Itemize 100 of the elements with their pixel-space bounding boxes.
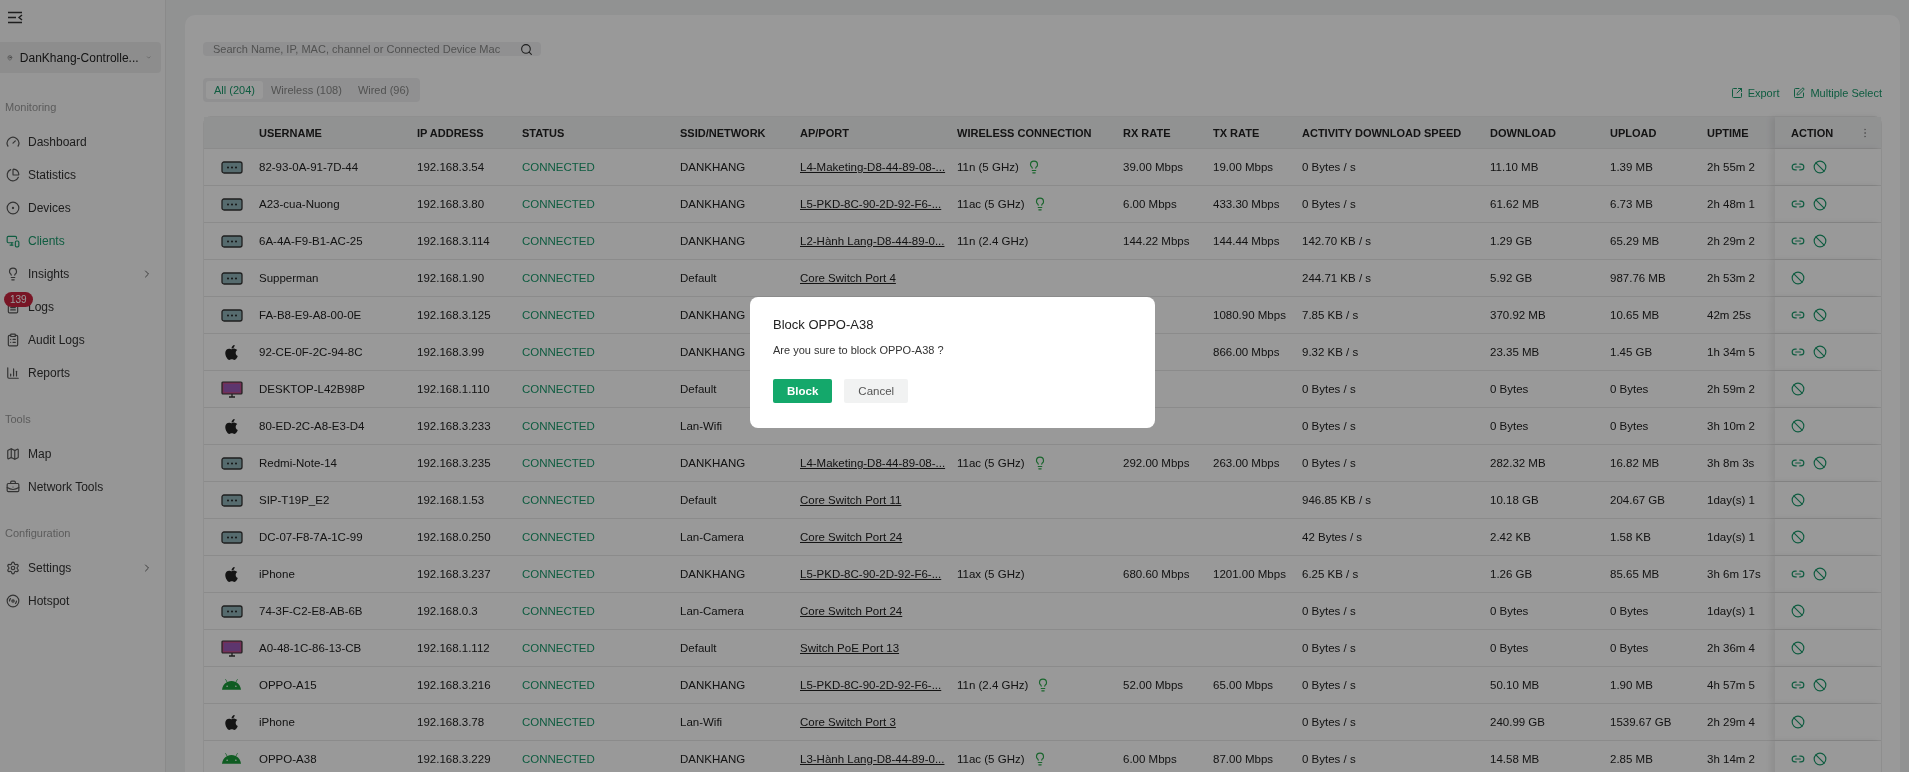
block-icon[interactable] <box>1813 678 1827 692</box>
link-icon[interactable] <box>1791 567 1805 581</box>
link-icon[interactable] <box>1791 160 1805 174</box>
multiple-select-link[interactable]: Multiple Select <box>1793 87 1882 99</box>
block-button[interactable]: Block <box>773 379 833 403</box>
uptime-cell: 1h 34m 5 <box>1707 346 1755 358</box>
sidebar-item[interactable]: Audit Logs <box>0 323 165 356</box>
upload-cell: 2.85 MB <box>1610 753 1653 765</box>
port-link[interactable]: L4-Maketing-D8-44-89-08-... <box>800 457 946 469</box>
link-icon[interactable] <box>1791 197 1805 211</box>
status-cell: CONNECTED <box>522 309 595 321</box>
port-link[interactable]: L5-PKD-8C-90-2D-92-F6-... <box>800 679 942 691</box>
sidebar-item[interactable]: Settings <box>0 551 165 584</box>
download-cell: 282.32 MB <box>1490 457 1546 469</box>
block-icon[interactable] <box>1791 530 1805 544</box>
block-icon[interactable] <box>1813 752 1827 766</box>
site-selector[interactable]: DanKhang-Controlle... <box>0 42 161 73</box>
search-icon[interactable] <box>520 42 533 56</box>
block-icon[interactable] <box>1813 197 1827 211</box>
apple-icon <box>223 343 240 361</box>
sidebar-item[interactable]: Insights <box>0 257 165 290</box>
link-icon[interactable] <box>1791 234 1805 248</box>
ip-cell: 192.168.0.250 <box>417 531 491 543</box>
link-icon[interactable] <box>1791 456 1805 470</box>
disc-icon <box>6 593 20 608</box>
uptime-cell: 42m 25s <box>1707 309 1752 321</box>
block-icon[interactable] <box>1813 567 1827 581</box>
ssid-cell: DANKHANG <box>680 457 746 469</box>
activity-cell: 7.85 KB / s <box>1302 309 1359 321</box>
link-icon[interactable] <box>1791 345 1805 359</box>
block-icon[interactable] <box>1791 382 1805 396</box>
port-link[interactable]: Core Switch Port 24 <box>800 605 903 617</box>
activity-cell: 42 Bytes / s <box>1302 531 1363 543</box>
device-icon <box>220 530 243 544</box>
port-link[interactable]: L2-Hành Lang-D8-44-89-0... <box>800 235 945 247</box>
ip-cell: 192.168.3.99 <box>417 346 485 358</box>
wireless-cell: 11ax (5 GHz) <box>957 568 1025 580</box>
uptime-cell: 4h 57m 5 <box>1707 679 1755 691</box>
ssid-cell: DANKHANG <box>680 235 746 247</box>
block-icon[interactable] <box>1791 715 1805 729</box>
ssid-cell: DANKHANG <box>680 346 746 358</box>
block-icon[interactable] <box>1791 271 1805 285</box>
uptime-cell: 2h 55m 2 <box>1707 161 1755 173</box>
cancel-button[interactable]: Cancel <box>844 379 909 403</box>
link-icon[interactable] <box>1791 308 1805 322</box>
rx-rate-cell: 292.00 Mbps <box>1123 457 1190 469</box>
block-icon[interactable] <box>1791 604 1805 618</box>
sidebar-item[interactable]: Devices <box>0 191 165 224</box>
sidebar-item[interactable]: Hotspot <box>0 584 165 617</box>
rx-rate-cell: 6.00 Mbps <box>1123 753 1177 765</box>
port-link[interactable]: L5-PKD-8C-90-2D-92-F6-... <box>800 198 942 210</box>
status-cell: CONNECTED <box>522 494 595 506</box>
dialog-message: Are you sure to block OPPO-A38 ? <box>773 344 945 356</box>
block-icon[interactable] <box>1813 345 1827 359</box>
search-field[interactable]: Search Name, IP, MAC, channel or Connected Device Mac <box>203 42 541 56</box>
port-link[interactable]: Switch PoE Port 13 <box>800 642 900 654</box>
port-link[interactable]: Core Switch Port 24 <box>800 531 903 543</box>
link-icon[interactable] <box>1791 752 1805 766</box>
username-cell: DESKTOP-L42B98P <box>259 383 365 395</box>
apple-icon <box>223 417 240 435</box>
menu-icon[interactable] <box>7 11 23 24</box>
status-cell: CONNECTED <box>522 272 595 284</box>
block-icon[interactable] <box>1791 419 1805 433</box>
port-link[interactable]: L3-Hành Lang-D8-44-89-0... <box>800 753 945 765</box>
username-cell: 74-3F-C2-E8-AB-6B <box>259 605 363 617</box>
link-icon[interactable] <box>1791 678 1805 692</box>
sidebar-item[interactable]: Map <box>0 437 165 470</box>
block-icon[interactable] <box>1813 456 1827 470</box>
section-title: Configuration <box>4 527 72 539</box>
sidebar-item[interactable]: Reports <box>0 356 165 389</box>
port-link[interactable]: L5-PKD-8C-90-2D-92-F6-... <box>800 568 942 580</box>
download-cell: 14.58 MB <box>1490 753 1540 765</box>
username-cell: FA-B8-E9-A8-00-0E <box>259 309 362 321</box>
username-cell: 82-93-0A-91-7D-44 <box>259 161 359 173</box>
tx-rate-cell: 19.00 Mbps <box>1213 161 1274 173</box>
device-icon <box>220 604 243 618</box>
download-cell: 0 Bytes <box>1490 420 1529 432</box>
block-icon[interactable] <box>1791 493 1805 507</box>
username-cell: iPhone <box>259 568 295 580</box>
ip-cell: 192.168.3.78 <box>417 716 485 728</box>
block-icon[interactable] <box>1813 160 1827 174</box>
tx-rate-cell: 866.00 Mbps <box>1213 346 1280 358</box>
sidebar-item[interactable]: Statistics <box>0 158 165 191</box>
port-link[interactable]: Core Switch Port 3 <box>800 716 896 728</box>
ssid-cell: Default <box>680 642 717 654</box>
column-header: USERNAME <box>259 126 323 139</box>
port-link[interactable]: Core Switch Port 11 <box>800 494 902 506</box>
ssid-cell: Lan-Wifi <box>680 420 723 432</box>
block-icon[interactable] <box>1791 641 1805 655</box>
port-link[interactable]: Core Switch Port 4 <box>800 272 896 284</box>
block-icon[interactable] <box>1813 234 1827 248</box>
sidebar-item[interactable]: Network Tools <box>0 470 165 503</box>
status-cell: CONNECTED <box>522 716 595 728</box>
sidebar-item[interactable]: Dashboard <box>0 125 165 158</box>
tx-rate-cell: 1201.00 Mbps <box>1213 568 1286 580</box>
uptime-cell: 2h 29m 4 <box>1707 716 1755 728</box>
port-link[interactable]: L4-Maketing-D8-44-89-08-... <box>800 161 946 173</box>
rx-rate-cell: 39.00 Mbps <box>1123 161 1184 173</box>
block-icon[interactable] <box>1813 308 1827 322</box>
column-header: SSID/NETWORK <box>680 126 767 139</box>
